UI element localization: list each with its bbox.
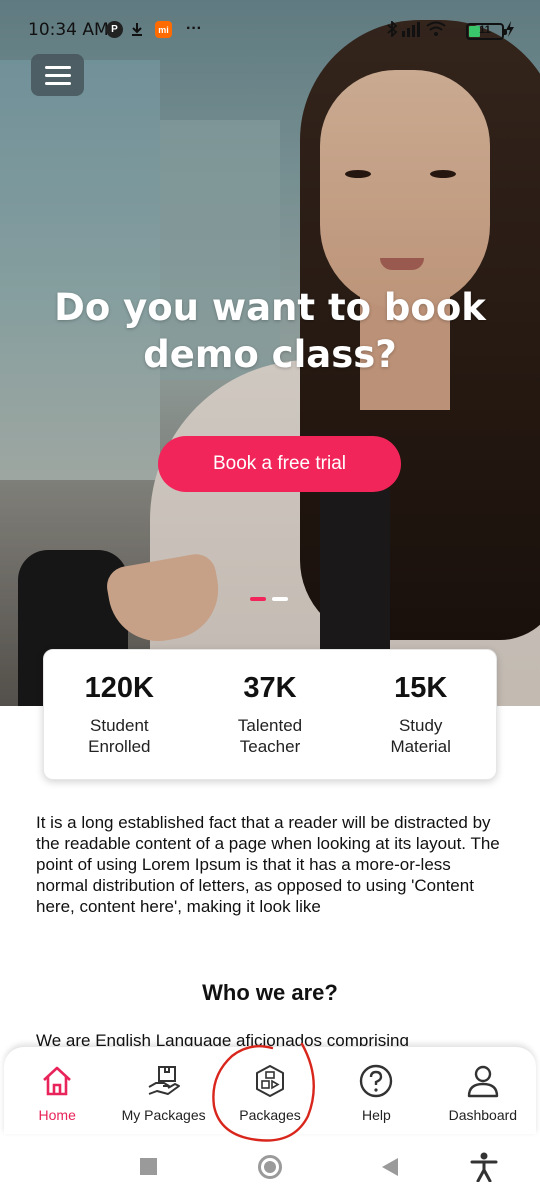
nav-home-label: Home (38, 1107, 76, 1123)
nav-my-packages[interactable]: My Packages (110, 1047, 216, 1134)
intro-paragraph: It is a long established fact that a rea… (36, 813, 500, 916)
stat-label-line: Enrolled (88, 737, 151, 756)
status-time: 10:34 AM (28, 20, 109, 40)
wifi-icon (426, 21, 446, 37)
home-icon (43, 1066, 72, 1096)
nav-my-packages-label: My Packages (121, 1107, 206, 1123)
hamburger-line (44, 81, 71, 85)
accessibility-icon[interactable] (470, 1152, 498, 1182)
nav-home[interactable]: Home (4, 1047, 110, 1134)
stat-label: Student Enrolled (44, 715, 195, 757)
stat-label-line: Student (90, 716, 149, 735)
carousel-dot-active[interactable] (250, 597, 266, 601)
stat-teachers: 37K Talented Teacher (195, 650, 346, 779)
hamburger-icon (44, 65, 71, 69)
battery-icon: 11 (466, 23, 507, 40)
home-system-icon[interactable] (258, 1155, 282, 1179)
stat-value: 120K (84, 672, 154, 704)
bluetooth-icon (386, 21, 398, 37)
download-icon (130, 21, 144, 37)
stat-label-line: Talented (237, 716, 303, 735)
status-bar: 10:34 AM P mi ··· 11 (0, 0, 540, 60)
stat-label-line: Material (390, 737, 451, 756)
carousel-dot[interactable] (272, 597, 288, 601)
stat-value: 15K (394, 672, 448, 704)
stat-label-line: Study (398, 716, 443, 735)
stat-students: 120K Student Enrolled (44, 650, 195, 779)
about-title: Who we are? (202, 980, 338, 1005)
system-navigation-bar (0, 1134, 540, 1200)
hero-title: Do you want to book demo class? (54, 286, 486, 376)
nav-help[interactable]: Help (323, 1047, 429, 1134)
dashboard-icon (467, 1065, 499, 1098)
hamburger-line (44, 73, 71, 77)
stat-label: Study Material (345, 715, 496, 757)
bottom-navigation: Home My Packages Packages Help Dashboard (4, 1046, 536, 1134)
carousel-indicator (250, 597, 288, 601)
app-badge-icon: P (106, 21, 123, 38)
stat-label-line: Teacher (239, 737, 301, 756)
nav-help-label: Help (362, 1107, 391, 1123)
nav-packages[interactable]: Packages (217, 1047, 323, 1134)
my-packages-icon (148, 1066, 180, 1095)
recents-icon[interactable] (140, 1158, 157, 1175)
mi-icon: mi (155, 21, 172, 38)
menu-button[interactable] (31, 54, 84, 96)
stat-value: 37K (243, 672, 297, 704)
back-icon[interactable] (382, 1158, 398, 1176)
stat-label: Talented Teacher (195, 715, 346, 757)
signal-icon (402, 21, 422, 37)
help-icon (360, 1064, 393, 1098)
book-free-trial-button[interactable]: Book a free trial (158, 436, 401, 492)
stats-card: 120K Student Enrolled 37K Talented Teach… (43, 649, 497, 780)
battery-level: 11 (479, 24, 491, 36)
charging-icon (505, 21, 515, 37)
nav-dashboard-label: Dashboard (448, 1107, 518, 1123)
nav-dashboard[interactable]: Dashboard (430, 1047, 536, 1134)
packages-icon (256, 1065, 285, 1097)
stat-materials: 15K Study Material (345, 650, 496, 779)
nav-packages-label: Packages (239, 1107, 301, 1123)
more-dots-icon: ··· (186, 20, 202, 37)
